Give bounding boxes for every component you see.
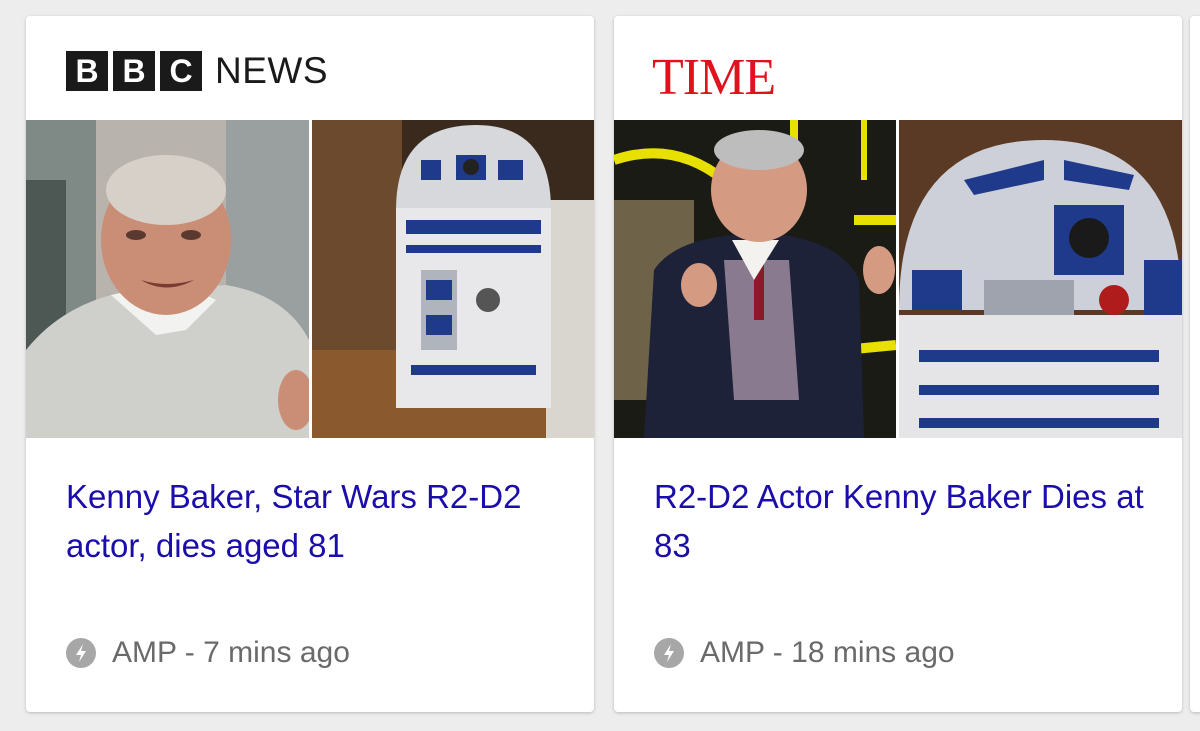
news-carousel: B B C NEWS Kenny Baker, Star Wars R2-D2 …: [0, 0, 1200, 731]
logo-word: NEWS: [215, 50, 328, 91]
time-logo: TIME: [652, 49, 776, 106]
article-headline[interactable]: R2-D2 Actor Kenny Baker Dies at 83: [654, 472, 1154, 570]
logo-letter-box: B: [66, 51, 108, 91]
news-card-bbc[interactable]: B B C NEWS Kenny Baker, Star Wars R2-D2 …: [26, 16, 594, 712]
news-card-time[interactable]: TIME R2-D2 Actor Kenny Baker Dies at 83 …: [614, 16, 1182, 712]
news-card-next[interactable]: [1190, 16, 1200, 712]
article-thumbnail[interactable]: [26, 120, 594, 438]
publisher-logo-area: B B C NEWS: [26, 16, 594, 120]
bbc-news-logo: B B C NEWS: [66, 51, 328, 91]
article-meta: AMP - 18 mins ago: [654, 636, 955, 670]
amp-lightning-icon: [66, 638, 96, 668]
logo-letter-box: B: [113, 51, 155, 91]
publisher-logo-area: TIME: [614, 16, 1182, 120]
meta-text: AMP - 7 mins ago: [112, 636, 350, 669]
article-headline[interactable]: Kenny Baker, Star Wars R2-D2 actor, dies…: [66, 472, 566, 570]
article-meta: AMP - 7 mins ago: [66, 636, 350, 670]
article-thumbnail[interactable]: [614, 120, 1182, 438]
meta-text: AMP - 18 mins ago: [700, 636, 955, 669]
thumbnail-image: [614, 120, 1182, 438]
thumbnail-image: [26, 120, 594, 438]
logo-letter-box: C: [160, 51, 202, 91]
amp-lightning-icon: [654, 638, 684, 668]
